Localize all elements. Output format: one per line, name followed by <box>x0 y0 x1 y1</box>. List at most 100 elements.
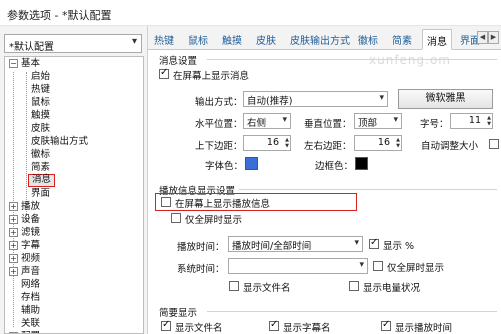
playtime-label: 播放时间： <box>177 242 225 253</box>
auto-size-label: 自动调整大小 <box>421 141 479 152</box>
tree-item-interface[interactable]: 界面 <box>31 187 50 200</box>
collapse-icon[interactable]: − <box>9 59 18 68</box>
chevron-down-icon: ▾ <box>354 238 359 248</box>
brief-playtime-checkbox[interactable] <box>381 319 391 331</box>
fontsize-spinner[interactable]: 11 ▲ ▼ <box>450 113 493 129</box>
playtime-value: 播放时间/全部时间 <box>232 241 312 252</box>
systime-fullscreen-checkbox[interactable] <box>373 261 383 271</box>
tree-item-video[interactable]: 视频 <box>21 252 40 265</box>
expand-icon[interactable]: + <box>9 241 18 250</box>
tree-item-touch[interactable]: 触摸 <box>31 109 50 122</box>
margin-tb-spinner[interactable]: 16 ▲ ▼ <box>243 135 291 151</box>
output-select[interactable]: 自动(推荐) ▾ <box>243 91 388 107</box>
tree-item-skin[interactable]: 皮肤 <box>31 122 50 135</box>
halign-label: 水平位置： <box>195 119 243 130</box>
tree-item-audio[interactable]: 声音 <box>21 265 40 278</box>
show-playback-info-checkbox[interactable] <box>161 197 171 207</box>
tab-skin[interactable]: 皮肤 <box>256 32 276 47</box>
tab-messages[interactable]: 消息 <box>422 29 452 50</box>
show-percent-checkbox[interactable] <box>369 237 379 249</box>
divider <box>207 59 497 60</box>
tab-simple[interactable]: 简素 <box>392 32 412 47</box>
chevron-down-icon: ▾ <box>393 115 398 125</box>
expand-icon[interactable]: + <box>9 267 18 276</box>
expand-icon[interactable]: + <box>9 202 18 211</box>
show-message-checkbox[interactable] <box>159 67 169 79</box>
message-settings-title: 消息设置 <box>159 56 198 67</box>
settings-tree: − 基本 启始 热键 鼠标 触摸 皮肤 皮肤输出方式 徽标 简素 消息 界面 +… <box>4 56 144 334</box>
tree-item-skin-output[interactable]: 皮肤输出方式 <box>31 135 88 148</box>
bordercolor-label: 边框色： <box>315 161 354 172</box>
halign-select[interactable]: 右侧 ▾ <box>243 113 291 129</box>
tree-item-mouse[interactable]: 鼠标 <box>31 96 50 109</box>
show-message-label: 在屏幕上显示消息 <box>173 71 250 82</box>
tab-logo[interactable]: 徽标 <box>358 32 378 47</box>
output-value: 自动(推荐) <box>247 96 293 107</box>
systime-fullscreen-label: 仅全屏时显示 <box>387 263 445 274</box>
tree-item-logo[interactable]: 徽标 <box>31 148 50 161</box>
tree-item-network[interactable]: 网络 <box>21 278 40 291</box>
tab-strip: 热键 鼠标 触摸 皮肤 皮肤输出方式 徽标 简素 消息 界面 ◀ ▶ <box>148 26 501 50</box>
chevron-down-icon: ▾ <box>379 93 384 103</box>
tab-scroll-left-icon[interactable]: ◀ <box>477 31 488 44</box>
divider <box>207 311 497 312</box>
expand-icon[interactable]: + <box>9 215 18 224</box>
tab-skin-output[interactable]: 皮肤输出方式 <box>290 32 350 47</box>
scheme-value: *默认配置 <box>9 42 54 53</box>
title-bar: 参数选项 - *默认配置 <box>0 0 501 26</box>
playtime-select[interactable]: 播放时间/全部时间 ▾ <box>228 236 363 252</box>
divider <box>239 189 497 190</box>
spinner-arrows-icon[interactable]: ▲ ▼ <box>281 137 289 149</box>
tab-hotkeys[interactable]: 热键 <box>154 32 174 47</box>
tree-item-simple[interactable]: 简素 <box>31 161 50 174</box>
tree-item-subtitles[interactable]: 字幕 <box>21 239 40 252</box>
spinner-arrows-icon[interactable]: ▲ ▼ <box>392 137 400 149</box>
valign-label: 垂直位置： <box>304 119 352 130</box>
tree-item-association[interactable]: 关联 <box>21 317 40 330</box>
tab-touch[interactable]: 触摸 <box>222 32 242 47</box>
margin-lr-spinner[interactable]: 16 ▲ ▼ <box>354 135 402 151</box>
margin-tb-value: 16 <box>266 137 279 148</box>
spinner-arrows-icon[interactable]: ▲ ▼ <box>483 115 491 127</box>
output-label: 输出方式： <box>195 97 243 108</box>
tree-item-hotkeys[interactable]: 热键 <box>31 83 50 96</box>
tree-item-config[interactable]: 配置 <box>21 330 40 333</box>
show-filename-checkbox[interactable] <box>229 281 239 291</box>
brief-subtitle-checkbox[interactable] <box>269 319 279 331</box>
watermark: xunfeng.om <box>369 53 451 67</box>
chevron-down-icon: ▾ <box>282 115 287 125</box>
systime-select[interactable]: ▾ <box>228 258 368 274</box>
fullscreen-only-checkbox[interactable] <box>171 213 181 223</box>
scheme-select[interactable]: *默认配置 ▾ <box>4 34 142 53</box>
left-pane: *默认配置 ▾ − 基本 启始 热键 鼠标 触摸 皮肤 皮肤输出方式 徽标 简素… <box>0 26 148 334</box>
tree-item-assist[interactable]: 辅助 <box>21 304 40 317</box>
brief-filename-label: 显示文件名 <box>175 323 223 334</box>
auto-size-checkbox[interactable] <box>489 139 499 149</box>
valign-select[interactable]: 顶部 ▾ <box>354 113 402 129</box>
show-percent-label: 显示 % <box>383 241 415 252</box>
expand-icon[interactable]: + <box>9 228 18 237</box>
show-battery-checkbox[interactable] <box>349 281 359 291</box>
border-color-swatch[interactable] <box>355 157 368 170</box>
fontsize-label: 字号： <box>420 119 449 130</box>
tree-line <box>13 72 14 327</box>
margin-tb-label: 上下边距： <box>195 141 243 152</box>
expand-icon[interactable]: + <box>9 254 18 263</box>
brief-playtime-label: 显示播放时间 <box>395 323 453 334</box>
show-filename-label: 显示文件名 <box>243 283 291 294</box>
tree-item-filters[interactable]: 滤镜 <box>21 226 40 239</box>
tree-item-archive[interactable]: 存档 <box>21 291 40 304</box>
tree-item-playback[interactable]: 播放 <box>21 200 40 213</box>
margin-lr-label: 左右边距： <box>304 141 352 152</box>
fontcolor-label: 字体色： <box>205 161 244 172</box>
font-color-swatch[interactable] <box>245 157 258 170</box>
tree-item-messages[interactable]: 消息 <box>28 174 56 187</box>
tree-item-startup[interactable]: 启始 <box>31 70 50 83</box>
font-button[interactable]: 微软雅黑 <box>398 89 493 109</box>
window-title: 参数选项 - *默认配置 <box>7 9 112 22</box>
tab-scroll-right-icon[interactable]: ▶ <box>488 31 499 44</box>
tree-item-device[interactable]: 设备 <box>21 213 40 226</box>
tree-item-basic[interactable]: 基本 <box>21 57 40 70</box>
tab-mouse[interactable]: 鼠标 <box>188 32 208 47</box>
brief-filename-checkbox[interactable] <box>161 319 171 331</box>
